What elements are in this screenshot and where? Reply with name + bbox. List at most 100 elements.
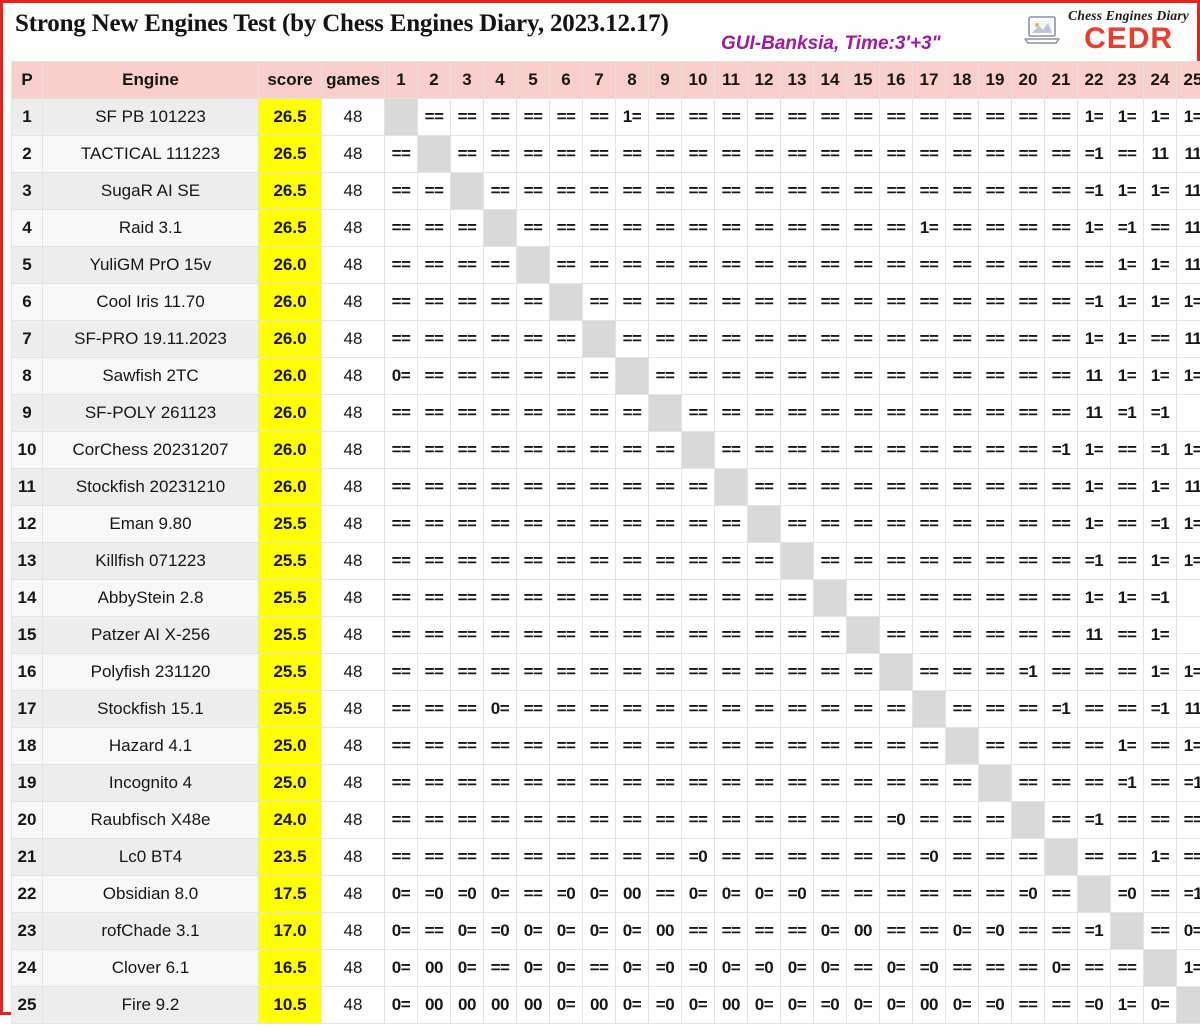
cell-result: ==: [418, 358, 451, 395]
cell-result: ==: [682, 617, 715, 654]
cell-result: =1: [1078, 284, 1111, 321]
cell-result: 1=: [1144, 284, 1177, 321]
cell-result: ==: [583, 358, 616, 395]
cell-result: ==: [550, 654, 583, 691]
cell-result: ==: [913, 321, 946, 358]
cell-result: ==: [451, 728, 484, 765]
cell-rank: 13: [12, 543, 43, 580]
cell-result: ==: [979, 284, 1012, 321]
cell-result: ==: [517, 765, 550, 802]
cell-result: ==: [781, 691, 814, 728]
cell-result: ==: [880, 765, 913, 802]
cell-result: ==: [1045, 136, 1078, 173]
cell-result: ==: [583, 580, 616, 617]
cell-result: ==: [550, 765, 583, 802]
cell-games: 48: [322, 654, 385, 691]
cell-result: ==: [517, 839, 550, 876]
cell-result: ==: [451, 99, 484, 136]
cell-result: ==: [1012, 950, 1045, 987]
cell-games: 48: [322, 543, 385, 580]
cell-result: =0: [484, 913, 517, 950]
cell-rank: 21: [12, 839, 43, 876]
cell-result: ==: [1012, 728, 1045, 765]
cell-result: 0=: [484, 876, 517, 913]
cell-result: ==: [979, 136, 1012, 173]
cell-result: ==: [583, 247, 616, 284]
cell-result: ==: [649, 617, 682, 654]
cell-result: ==: [1144, 728, 1177, 765]
cell-result: ==: [913, 136, 946, 173]
cell-result: ==: [880, 99, 913, 136]
cell-result: ==: [550, 321, 583, 358]
cell-result: ==: [979, 617, 1012, 654]
cell-result: ==: [649, 506, 682, 543]
cell-result: 00: [418, 950, 451, 987]
cell-score: 24.0: [259, 802, 322, 839]
cell-result: 00: [517, 987, 550, 1024]
cell-result: ==: [418, 99, 451, 136]
table-row: 12Eman 9.8025.548=======================…: [12, 506, 1200, 543]
cell-result: =1: [1045, 432, 1078, 469]
table-row: 20Raubfisch X48e24.048==================…: [12, 802, 1200, 839]
cell-engine-name: Raubfisch X48e: [43, 802, 259, 839]
cell-result: =1: [1078, 913, 1111, 950]
cell-result: ==: [814, 728, 847, 765]
cell-engine-name: Patzer AI X-256: [43, 617, 259, 654]
cell-result: ==: [517, 580, 550, 617]
cell-rank: 24: [12, 950, 43, 987]
cell-score: 25.5: [259, 691, 322, 728]
cell-result: ==: [583, 395, 616, 432]
table-row: 18Hazard 4.125.048======================…: [12, 728, 1200, 765]
cell-result: ==: [484, 543, 517, 580]
cell-result: ==: [1012, 580, 1045, 617]
cell-diagonal: [946, 728, 979, 765]
cell-result: ==: [517, 506, 550, 543]
cell-result: ==: [484, 284, 517, 321]
cell-result: =0: [781, 876, 814, 913]
cell-result: ==: [484, 247, 517, 284]
cell-result: ==: [748, 321, 781, 358]
cell-result: ==: [748, 173, 781, 210]
header-opponent-16: 16: [880, 62, 913, 99]
cell-result: ==: [814, 395, 847, 432]
cell-result: ==: [814, 617, 847, 654]
cell-rank: 23: [12, 913, 43, 950]
cell-result: =1: [1078, 543, 1111, 580]
cell-result: ==: [418, 654, 451, 691]
cell-result: ==: [517, 99, 550, 136]
cell-result: ==: [880, 506, 913, 543]
cell-result: 0=: [517, 950, 550, 987]
cell-result: ==: [748, 284, 781, 321]
cell-result: ==: [748, 99, 781, 136]
table-row: 8Sawfish 2TC26.0480=====================…: [12, 358, 1200, 395]
cell-result: ==: [814, 506, 847, 543]
table-row: 4Raid 3.126.548=========================…: [12, 210, 1200, 247]
cell-result: ==: [451, 284, 484, 321]
cell-result: ==: [616, 617, 649, 654]
cell-result: ==: [583, 469, 616, 506]
cell-result: ==: [880, 136, 913, 173]
cell-result: ==: [550, 136, 583, 173]
cell-result: ==: [814, 802, 847, 839]
cell-result: 11: [1177, 691, 1200, 728]
cell-diagonal: [814, 580, 847, 617]
cell-engine-name: Stockfish 15.1: [43, 691, 259, 728]
cell-result: 00: [484, 987, 517, 1024]
cell-result: 0=: [385, 913, 418, 950]
cell-result: 1=: [1144, 654, 1177, 691]
cell-result: ==: [1045, 654, 1078, 691]
cell-result: 0=: [880, 950, 913, 987]
cell-result: ==: [451, 543, 484, 580]
cell-result: ==: [649, 173, 682, 210]
cell-result: ==: [1012, 321, 1045, 358]
cell-rank: 6: [12, 284, 43, 321]
cell-result: ==: [616, 802, 649, 839]
cell-result: ==: [385, 728, 418, 765]
cell-result: ==: [682, 765, 715, 802]
cell-games: 48: [322, 802, 385, 839]
cell-result: ==: [550, 506, 583, 543]
cell-result: ==: [946, 839, 979, 876]
cell-result: ==: [550, 358, 583, 395]
cell-result: ==: [847, 506, 880, 543]
cell-games: 48: [322, 173, 385, 210]
